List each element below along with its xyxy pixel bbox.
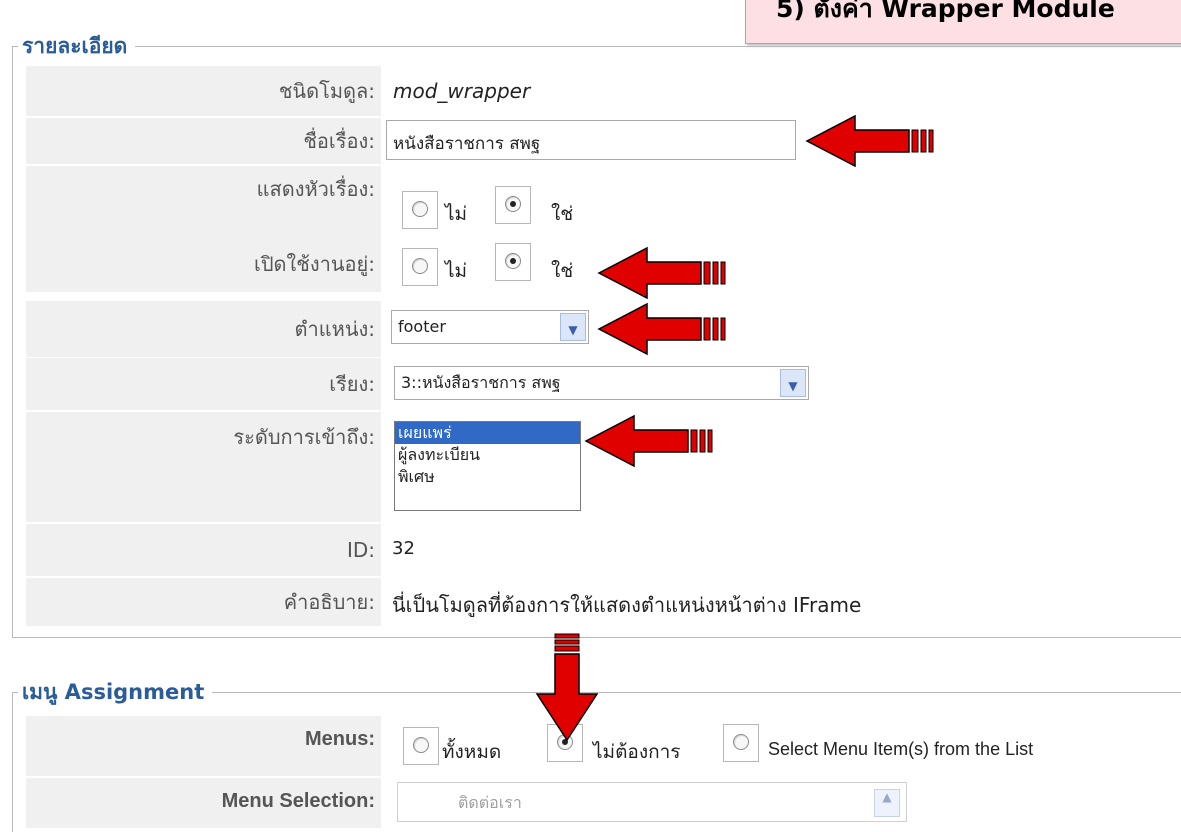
menus-select-label: Select Menu Item(s) from the List <box>768 739 1034 759</box>
menu-selection-label: Menu Selection: <box>26 778 381 828</box>
show-title-yes-radio[interactable] <box>495 186 531 224</box>
access-option[interactable]: พิเศษ <box>395 466 580 488</box>
description-label: คำอธิบาย: <box>26 578 381 626</box>
red-arrow-icon <box>597 302 726 356</box>
enabled-yes-label: ใช่ <box>551 260 574 282</box>
module-type-value: mod_wrapper <box>393 79 531 103</box>
red-arrow-icon <box>805 114 934 168</box>
order-select[interactable]: 3::หนังสือราชการ สพฐ ▼ <box>394 366 809 400</box>
menu-selection-option[interactable]: ติดต่อเรา <box>458 793 522 812</box>
id-value: 32 <box>392 538 415 559</box>
red-arrow-icon <box>584 414 713 468</box>
show-title-yes-label: ใช่ <box>551 203 574 225</box>
enabled-no-label: ไม่ <box>445 260 468 282</box>
scroll-up-icon[interactable]: ▲ <box>874 789 900 817</box>
position-select-value: footer <box>398 317 446 336</box>
enabled-no-radio[interactable] <box>402 248 438 286</box>
description-value: นี่เป็นโมดูลที่ต้องการให้แสดงตำแหน่งหน้า… <box>392 593 862 617</box>
menu-assignment-legend: เมนู Assignment <box>18 680 213 704</box>
show-title-no-radio[interactable] <box>402 191 438 229</box>
access-option[interactable]: ผู้ลงทะเบียน <box>395 444 580 466</box>
details-legend: รายละเอียด <box>18 34 136 58</box>
red-arrow-icon <box>597 246 726 300</box>
show-title-no-label: ไม่ <box>445 203 468 225</box>
enabled-yes-radio[interactable] <box>495 243 531 281</box>
chevron-down-icon[interactable]: ▼ <box>780 369 806 397</box>
menus-all-radio[interactable] <box>403 727 439 765</box>
enabled-label: เปิดใช้งานอยู่: <box>26 242 381 292</box>
position-select[interactable]: footer ▼ <box>391 310 589 344</box>
chevron-down-icon[interactable]: ▼ <box>560 313 586 341</box>
position-label: ตำแหน่ง: <box>26 301 381 357</box>
title-label: ชื่อเรื่อง: <box>26 118 381 164</box>
access-label: ระดับการเข้าถึง: <box>26 412 381 522</box>
red-down-arrow-icon <box>535 633 599 742</box>
menus-none-label: ไม่ต้องการ <box>593 741 681 763</box>
access-listbox[interactable]: เผยแพร่ ผู้ลงทะเบียน พิเศษ <box>394 421 581 511</box>
step-callout: 5) ตั้งค่า Wrapper Module <box>745 0 1181 44</box>
menus-label: Menus: <box>26 716 381 776</box>
access-option[interactable]: เผยแพร่ <box>395 422 580 444</box>
menu-selection-listbox[interactable]: ติดต่อเรา ▲ <box>397 782 907 822</box>
title-input[interactable]: หนังสือราชการ สพฐ <box>386 120 796 160</box>
order-select-value: 3::หนังสือราชการ สพฐ <box>401 373 561 392</box>
menus-all-label: ทั้งหมด <box>442 741 502 763</box>
order-label: เรียง: <box>26 358 381 410</box>
menus-select-radio[interactable] <box>723 724 759 762</box>
step-callout-title: 5) ตั้งค่า Wrapper Module <box>776 0 1115 23</box>
id-label: ID: <box>26 524 381 576</box>
module-type-label: ชนิดโมดูล: <box>26 66 381 116</box>
